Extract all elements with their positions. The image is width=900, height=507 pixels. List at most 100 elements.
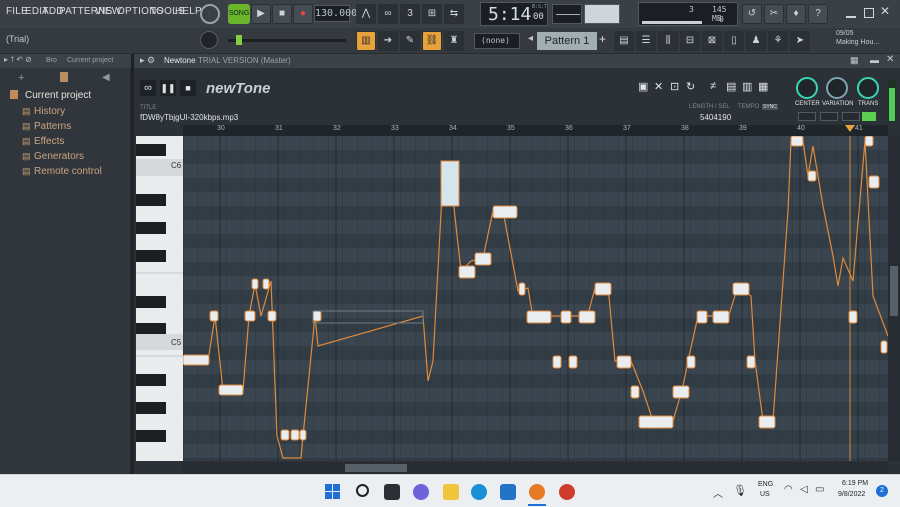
center-knob[interactable]: [796, 77, 818, 99]
plugin-db-button[interactable]: ⚘: [768, 31, 788, 51]
tempo-display[interactable]: 130.000: [314, 5, 357, 22]
clock-time[interactable]: 6:19 PM: [842, 480, 868, 487]
browser-item-generators[interactable]: Generators: [34, 151, 84, 162]
countdown-button[interactable]: 3: [400, 4, 420, 24]
pause-button[interactable]: ❚❚: [160, 80, 176, 96]
wifi-icon[interactable]: ◠: [784, 484, 793, 495]
trans-knob[interactable]: [857, 77, 879, 99]
start-icon[interactable]: [325, 484, 340, 499]
record-button[interactable]: ●: [293, 4, 313, 24]
select-tool-icon[interactable]: ⊡: [670, 80, 679, 93]
link-button[interactable]: ⛓: [422, 31, 442, 51]
plugin-close-icon[interactable]: ✕: [886, 54, 894, 65]
pattern-selector[interactable]: Pattern 1: [537, 32, 597, 50]
plugin-window-icon[interactable]: ▦: [850, 55, 859, 66]
browser-add-icon[interactable]: +: [18, 72, 24, 84]
snap-selector[interactable]: (none): [474, 33, 520, 49]
minimize-icon[interactable]: [846, 8, 856, 18]
playhead-marker[interactable]: [845, 125, 855, 132]
cut-button[interactable]: ✂: [764, 4, 784, 24]
variation-mode-button[interactable]: [820, 112, 838, 121]
menu-help[interactable]: HELP: [175, 6, 202, 17]
cut-tool-icon[interactable]: ✕: [654, 80, 663, 93]
browser-item-history[interactable]: History: [34, 106, 65, 117]
undo-button[interactable]: ↺: [742, 4, 762, 24]
scroll-thumb[interactable]: [345, 464, 407, 472]
file-explorer-icon[interactable]: [443, 484, 459, 500]
browser-tab-all[interactable]: Bro: [46, 57, 57, 64]
horizontal-scrollbar[interactable]: [183, 462, 888, 474]
save-icon[interactable]: ▣: [638, 80, 648, 93]
browser-item-remote[interactable]: Remote control: [34, 166, 102, 177]
chat-icon[interactable]: [413, 484, 429, 500]
maximize-icon[interactable]: [864, 8, 874, 18]
channel-rack-button[interactable]: ☰: [636, 31, 656, 51]
store-icon[interactable]: [500, 484, 516, 500]
plugin-title-bar[interactable]: ▸ ⚙ Newtone TRIAL VERSION (Master) ▦ ▬ ✕: [134, 54, 900, 68]
plugin-minimize-icon[interactable]: ▬: [870, 55, 879, 65]
plugin-picker-button[interactable]: ⊠: [702, 31, 722, 51]
task-view-icon[interactable]: [384, 484, 400, 500]
timeline-ruler[interactable]: 30 31 32 33 34 35 36 37 38 39 40 41: [183, 125, 888, 136]
mic-tray-icon[interactable]: 🎙: [733, 484, 747, 497]
battery-icon[interactable]: ▭: [815, 484, 824, 495]
pat-song-dial-icon[interactable]: [200, 4, 220, 24]
vertical-scrollbar[interactable]: [888, 136, 900, 461]
add-pattern-icon[interactable]: +: [599, 32, 609, 50]
language-code[interactable]: ENG: [758, 481, 773, 488]
notification-badge[interactable]: 2: [876, 485, 888, 497]
export-icon[interactable]: ▤: [726, 80, 736, 93]
print-icon[interactable]: ▦: [758, 80, 768, 93]
refresh-icon[interactable]: ↻: [686, 80, 695, 93]
browser-menu-icon[interactable]: ▸ ⭡ ↶ ⊘: [4, 55, 32, 65]
tray-chevron-icon[interactable]: ︿: [713, 485, 723, 500]
project-info-button[interactable]: ▯: [724, 31, 744, 51]
center-mode-button[interactable]: [798, 112, 816, 121]
mixer-button[interactable]: ⫼: [658, 31, 678, 51]
plugin-menu-icon[interactable]: ▸ ⚙: [140, 55, 155, 66]
volume-icon[interactable]: ◁: [800, 484, 808, 495]
share-button[interactable]: ➤: [790, 31, 810, 51]
help-button[interactable]: ?: [808, 4, 828, 24]
plugin-stop-button[interactable]: ■: [180, 80, 196, 96]
import-icon[interactable]: ▥: [742, 80, 752, 93]
clock-date[interactable]: 9/8/2022: [838, 491, 865, 498]
piano-keyboard[interactable]: C6 C5: [136, 136, 183, 461]
edge-icon[interactable]: [471, 484, 487, 500]
variation-knob[interactable]: [826, 77, 848, 99]
arrow-button[interactable]: ➔: [378, 31, 398, 51]
browser-item-effects[interactable]: Effects: [34, 136, 64, 147]
browser-item-patterns[interactable]: Patterns: [34, 121, 71, 132]
fl-studio-icon[interactable]: [529, 484, 545, 500]
blend-notes-button[interactable]: ⇆: [444, 4, 464, 24]
stamp-button[interactable]: ♜: [444, 31, 464, 51]
touch-keyboard-button[interactable]: ♟: [746, 31, 766, 51]
sync-button[interactable]: SYNC: [762, 104, 778, 110]
browser-root[interactable]: Current project: [25, 90, 91, 101]
piano-roll-button[interactable]: ▥: [356, 31, 376, 51]
pitch-tool-icon[interactable]: ≠: [710, 80, 716, 92]
pitch-note-grid[interactable]: [183, 136, 888, 461]
browser-button[interactable]: ⊟: [680, 31, 700, 51]
trans-toggle-button[interactable]: [862, 112, 876, 121]
browser-folder-icon[interactable]: [60, 72, 68, 82]
playlist-button[interactable]: ▤: [614, 31, 634, 51]
stop-button[interactable]: ■: [272, 4, 292, 24]
browser-speaker-icon[interactable]: ◀: [102, 72, 110, 83]
language-region[interactable]: US: [760, 491, 770, 498]
pattern-prev-icon[interactable]: ◂: [528, 33, 536, 49]
master-volume-slider[interactable]: [228, 35, 346, 45]
close-icon[interactable]: ✕: [880, 4, 894, 20]
master-pitch-knob[interactable]: [200, 31, 218, 49]
pencil-button[interactable]: ✎: [400, 31, 420, 51]
step-edit-button[interactable]: ⊞: [422, 4, 442, 24]
news-panel[interactable]: 09/05 Making Hou...: [836, 30, 896, 52]
link-mode-button[interactable]: [842, 112, 860, 121]
play-button[interactable]: ▶: [251, 4, 271, 24]
browser-tab-current[interactable]: Current project: [67, 57, 113, 64]
app-icon[interactable]: [559, 484, 575, 500]
metronome-button[interactable]: ⋀: [356, 4, 376, 24]
search-icon[interactable]: [356, 484, 369, 497]
wait-input-button[interactable]: ∞: [378, 4, 398, 24]
loop-button[interactable]: ∞: [140, 80, 156, 96]
